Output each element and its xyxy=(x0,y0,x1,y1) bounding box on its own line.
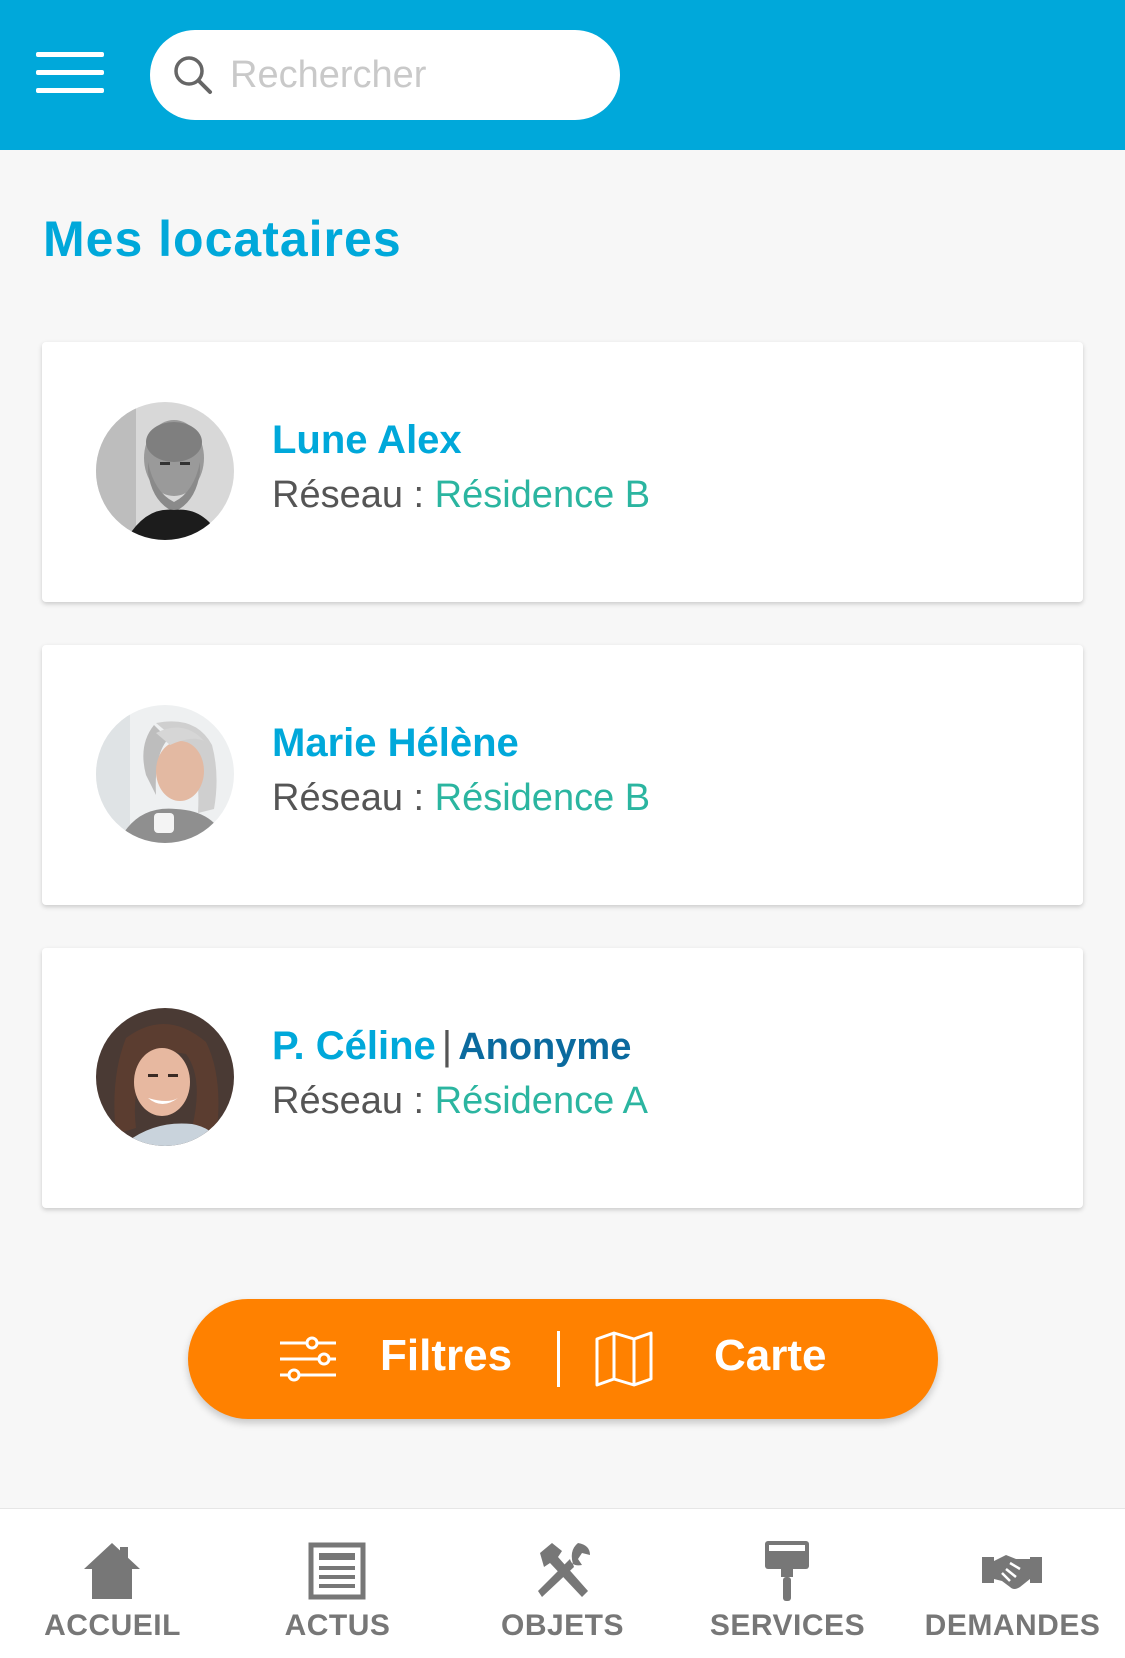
network-label: Réseau : xyxy=(272,1080,425,1122)
home-icon xyxy=(84,1543,140,1599)
divider xyxy=(557,1331,560,1387)
nav-label: ACTUS xyxy=(284,1609,391,1642)
network-label: Réseau : xyxy=(272,474,425,516)
tenant-network: Réseau : Résidence B xyxy=(272,474,650,517)
tenant-network: Réseau : Résidence B xyxy=(272,777,650,820)
avatar xyxy=(96,402,234,540)
search-icon xyxy=(174,56,212,94)
filters-button[interactable]: Filtres xyxy=(188,1299,558,1419)
nav-item-actus[interactable]: ACTUS xyxy=(225,1509,450,1658)
anonymous-badge: Anonyme xyxy=(458,1026,632,1068)
nav-label: DEMANDES xyxy=(924,1609,1101,1642)
bottom-navigation: ACCUEIL ACTUS OBJETS SERVICES DEMANDES xyxy=(0,1508,1125,1658)
filters-label: Filtres xyxy=(380,1331,513,1380)
tenant-name: P. Céline | Anonyme xyxy=(272,1024,631,1069)
hamburger-menu-icon[interactable] xyxy=(36,52,104,94)
avatar xyxy=(96,1008,234,1146)
map-label: Carte xyxy=(714,1331,827,1380)
map-icon xyxy=(595,1331,653,1387)
newspaper-icon xyxy=(308,1542,366,1600)
nav-label: OBJETS xyxy=(500,1609,625,1642)
tenant-name-text: P. Céline xyxy=(272,1024,436,1068)
tenant-name: Marie Hélène xyxy=(272,721,519,765)
top-app-bar xyxy=(0,0,1125,150)
nav-item-demandes[interactable]: DEMANDES xyxy=(900,1509,1125,1658)
page-title: Mes locataires xyxy=(43,211,402,267)
nav-item-objets[interactable]: OBJETS xyxy=(450,1509,675,1658)
filter-map-bar: Filtres Carte xyxy=(188,1299,938,1419)
network-value: Résidence B xyxy=(434,474,651,516)
tenant-network: Réseau : Résidence A xyxy=(272,1080,648,1123)
search-bar[interactable] xyxy=(150,30,620,120)
name-separator: | xyxy=(441,1024,453,1068)
tenant-card[interactable]: P. Céline | Anonyme Réseau : Résidence A xyxy=(42,948,1083,1208)
nav-label: ACCUEIL xyxy=(44,1609,181,1642)
nav-item-services[interactable]: SERVICES xyxy=(675,1509,900,1658)
paint-roller-icon xyxy=(765,1541,809,1601)
handshake-icon xyxy=(982,1555,1042,1589)
nav-item-accueil[interactable]: ACCUEIL xyxy=(0,1509,225,1658)
network-value: Résidence B xyxy=(434,777,651,819)
search-input[interactable] xyxy=(230,48,590,102)
map-button[interactable]: Carte xyxy=(564,1299,938,1419)
tools-icon xyxy=(538,1543,590,1597)
network-label: Réseau : xyxy=(272,777,425,819)
tenant-name: Lune Alex xyxy=(272,418,462,462)
tenant-card[interactable]: Marie Hélène Réseau : Résidence B xyxy=(42,645,1083,905)
tenant-card[interactable]: Lune Alex Réseau : Résidence B xyxy=(42,342,1083,602)
avatar xyxy=(96,705,234,843)
nav-label: SERVICES xyxy=(709,1609,866,1642)
network-value: Résidence A xyxy=(434,1080,649,1122)
sliders-icon xyxy=(280,1336,336,1382)
